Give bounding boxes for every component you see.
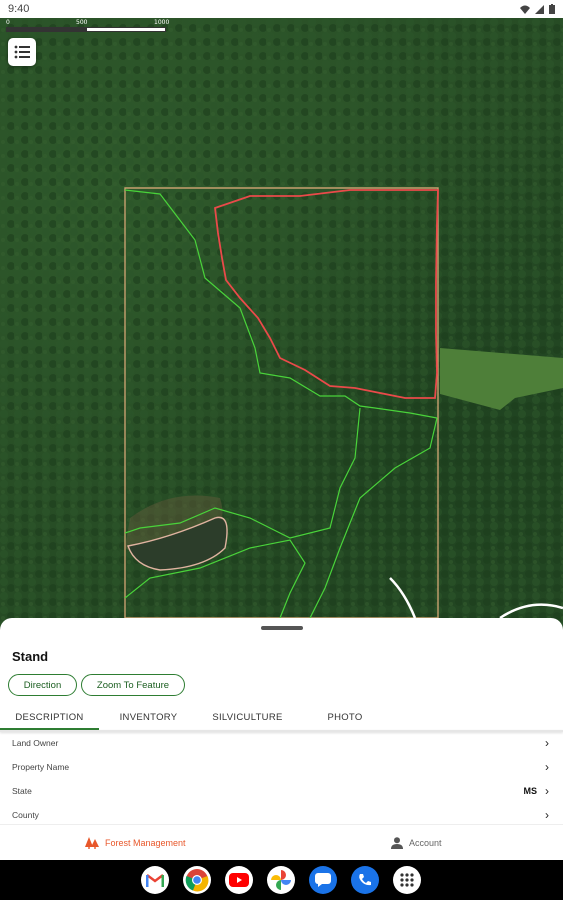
stand-details-sheet: Stand Direction Zoom To Feature DESCRIPT… xyxy=(0,618,563,824)
messages-icon[interactable] xyxy=(309,866,337,894)
trees-icon xyxy=(85,837,99,849)
row-label: Land Owner xyxy=(12,738,59,748)
chevron-right-icon: › xyxy=(545,784,549,798)
nav-account[interactable]: Account xyxy=(391,825,442,861)
battery-icon xyxy=(549,4,555,14)
list-icon xyxy=(14,45,30,59)
tab-description[interactable]: DESCRIPTION xyxy=(0,704,99,730)
zoom-to-feature-button[interactable]: Zoom To Feature xyxy=(81,674,185,696)
status-icons xyxy=(520,4,555,14)
app-drawer-icon[interactable] xyxy=(393,866,421,894)
map-overlay xyxy=(0,18,563,628)
scale-fill xyxy=(7,28,87,31)
bottom-navigation: Forest Management Account xyxy=(0,824,563,860)
row-property-name[interactable]: Property Name › xyxy=(0,755,563,779)
row-label: State xyxy=(12,786,32,796)
row-land-owner[interactable]: Land Owner › xyxy=(0,731,563,755)
person-icon xyxy=(391,837,403,849)
forest-canopy xyxy=(0,18,563,628)
gmail-icon[interactable] xyxy=(141,866,169,894)
youtube-icon[interactable] xyxy=(225,866,253,894)
scale-label-start: 0 xyxy=(6,19,10,26)
detail-tabs: DESCRIPTION INVENTORY SILVICULTURE PHOTO xyxy=(0,704,563,730)
signal-icon xyxy=(535,4,544,14)
row-county[interactable]: County › xyxy=(0,803,563,824)
nav-forest-label: Forest Management xyxy=(105,838,186,848)
sheet-drag-handle[interactable] xyxy=(261,626,303,630)
chrome-icon[interactable] xyxy=(183,866,211,894)
wifi-icon xyxy=(520,5,530,14)
map-scale-bar: 0 500 1000 xyxy=(6,19,170,33)
nav-forest-management[interactable]: Forest Management xyxy=(85,825,186,861)
phone-icon[interactable] xyxy=(351,866,379,894)
row-label: Property Name xyxy=(12,762,70,772)
scale-label-end: 1000 xyxy=(154,19,170,26)
satellite-map[interactable]: 0 500 1000 xyxy=(0,18,563,628)
row-state[interactable]: State MS › xyxy=(0,779,563,803)
sheet-title: Stand xyxy=(12,649,49,664)
app-screen: 9:40 0 500 1000 Stand Direction Zoom To … xyxy=(0,0,563,900)
status-time: 9:40 xyxy=(8,3,30,15)
row-label: County xyxy=(12,810,39,820)
scale-label-mid: 500 xyxy=(76,19,88,26)
nav-account-label: Account xyxy=(409,838,442,848)
status-bar: 9:40 xyxy=(0,0,563,18)
chevron-right-icon: › xyxy=(545,808,549,822)
photos-icon[interactable] xyxy=(267,866,295,894)
tab-silviculture[interactable]: SILVICULTURE xyxy=(198,704,297,730)
chevron-right-icon: › xyxy=(545,736,549,750)
layer-list-button[interactable] xyxy=(8,38,36,66)
chevron-right-icon: › xyxy=(545,760,549,774)
direction-button[interactable]: Direction xyxy=(8,674,77,696)
row-value: MS xyxy=(523,786,538,796)
system-taskbar xyxy=(0,860,563,900)
tab-inventory[interactable]: INVENTORY xyxy=(99,704,198,730)
tab-photo[interactable]: PHOTO xyxy=(297,704,393,730)
